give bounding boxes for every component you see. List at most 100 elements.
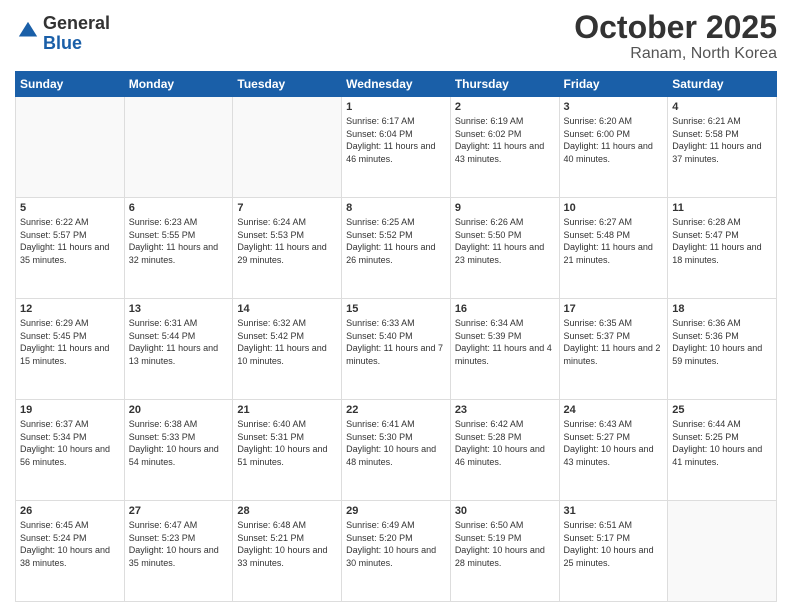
day-info: Sunrise: 6:51 AM Sunset: 5:17 PM Dayligh…: [564, 519, 664, 569]
day-cell-7: 7Sunrise: 6:24 AM Sunset: 5:53 PM Daylig…: [233, 198, 342, 299]
day-info: Sunrise: 6:38 AM Sunset: 5:33 PM Dayligh…: [129, 418, 229, 468]
day-info: Sunrise: 6:48 AM Sunset: 5:21 PM Dayligh…: [237, 519, 337, 569]
day-cell-empty: [16, 97, 125, 198]
day-cell-4: 4 Sunrise: 6:21 AM Sunset: 5:58 PM Daylig…: [668, 97, 777, 198]
day-number: 27: [129, 505, 229, 517]
day-number: 13: [129, 303, 229, 315]
day-info: Sunrise: 6:49 AM Sunset: 5:20 PM Dayligh…: [346, 519, 446, 569]
day-number: 25: [672, 404, 772, 416]
page: General Blue October 2025 Ranam, North K…: [0, 0, 792, 612]
day-cell-28: 28 Sunrise: 6:48 AM Sunset: 5:21 PM Dayli…: [233, 501, 342, 602]
day-number: 5: [20, 202, 120, 214]
day-info: Sunrise: 6:28 AM Sunset: 5:47 PM Dayligh…: [672, 216, 772, 266]
day-info: Sunrise: 6:37 AM Sunset: 5:34 PM Dayligh…: [20, 418, 120, 468]
day-cell-10: 10 Sunrise: 6:27 AM Sunset: 5:48 PM Dayli…: [559, 198, 668, 299]
day-number: 24: [564, 404, 664, 416]
day-cell-5: 5Sunrise: 6:22 AM Sunset: 5:57 PM Daylig…: [16, 198, 125, 299]
day-number: 18: [672, 303, 772, 315]
logo: General Blue: [15, 14, 110, 54]
day-number: 12: [20, 303, 120, 315]
weekday-header-sunday: Sunday: [16, 72, 125, 97]
day-info: Sunrise: 6:35 AM Sunset: 5:37 PM Dayligh…: [564, 317, 664, 367]
logo-general-text: General: [43, 13, 110, 33]
logo-blue-text: Blue: [43, 33, 82, 53]
day-cell-23: 23 Sunrise: 6:42 AM Sunset: 5:28 PM Dayli…: [450, 400, 559, 501]
day-number: 4: [672, 101, 772, 113]
day-cell-11: 11Sunrise: 6:28 AM Sunset: 5:47 PM Dayli…: [668, 198, 777, 299]
day-cell-27: 27 Sunrise: 6:47 AM Sunset: 5:23 PM Dayli…: [124, 501, 233, 602]
day-cell-1: 1 Sunrise: 6:17 AM Sunset: 6:04 PM Daylig…: [342, 97, 451, 198]
day-number: 10: [564, 202, 664, 214]
day-cell-9: 9Sunrise: 6:26 AM Sunset: 5:50 PM Daylig…: [450, 198, 559, 299]
day-info: Sunrise: 6:25 AM Sunset: 5:52 PM Dayligh…: [346, 216, 446, 266]
day-info: Sunrise: 6:44 AM Sunset: 5:25 PM Dayligh…: [672, 418, 772, 468]
day-cell-13: 13 Sunrise: 6:31 AM Sunset: 5:44 PM Dayli…: [124, 299, 233, 400]
day-info: Sunrise: 6:23 AM Sunset: 5:55 PM Dayligh…: [129, 216, 229, 266]
day-number: 20: [129, 404, 229, 416]
day-info: Sunrise: 6:40 AM Sunset: 5:31 PM Dayligh…: [237, 418, 337, 468]
calendar-table: SundayMondayTuesdayWednesdayThursdayFrid…: [15, 71, 777, 602]
day-cell-22: 22 Sunrise: 6:41 AM Sunset: 5:30 PM Dayli…: [342, 400, 451, 501]
week-row-2: 5Sunrise: 6:22 AM Sunset: 5:57 PM Daylig…: [16, 198, 777, 299]
week-row-5: 26 Sunrise: 6:45 AM Sunset: 5:24 PM Dayli…: [16, 501, 777, 602]
day-info: Sunrise: 6:26 AM Sunset: 5:50 PM Dayligh…: [455, 216, 555, 266]
week-row-4: 19Sunrise: 6:37 AM Sunset: 5:34 PM Dayli…: [16, 400, 777, 501]
location: Ranam, North Korea: [574, 45, 777, 63]
day-info: Sunrise: 6:42 AM Sunset: 5:28 PM Dayligh…: [455, 418, 555, 468]
day-number: 26: [20, 505, 120, 517]
day-info: Sunrise: 6:43 AM Sunset: 5:27 PM Dayligh…: [564, 418, 664, 468]
day-info: Sunrise: 6:24 AM Sunset: 5:53 PM Dayligh…: [237, 216, 337, 266]
day-cell-31: 31 Sunrise: 6:51 AM Sunset: 5:17 PM Dayli…: [559, 501, 668, 602]
day-number: 15: [346, 303, 446, 315]
weekday-header-saturday: Saturday: [668, 72, 777, 97]
day-info: Sunrise: 6:45 AM Sunset: 5:24 PM Dayligh…: [20, 519, 120, 569]
day-cell-21: 21 Sunrise: 6:40 AM Sunset: 5:31 PM Dayli…: [233, 400, 342, 501]
day-number: 6: [129, 202, 229, 214]
weekday-header-friday: Friday: [559, 72, 668, 97]
day-cell-6: 6 Sunrise: 6:23 AM Sunset: 5:55 PM Daylig…: [124, 198, 233, 299]
weekday-header-row: SundayMondayTuesdayWednesdayThursdayFrid…: [16, 72, 777, 97]
day-number: 28: [237, 505, 337, 517]
day-info: Sunrise: 6:32 AM Sunset: 5:42 PM Dayligh…: [237, 317, 337, 367]
logo-text: General Blue: [43, 14, 110, 54]
day-info: Sunrise: 6:27 AM Sunset: 5:48 PM Dayligh…: [564, 216, 664, 266]
day-info: Sunrise: 6:36 AM Sunset: 5:36 PM Dayligh…: [672, 317, 772, 367]
day-cell-30: 30 Sunrise: 6:50 AM Sunset: 5:19 PM Dayli…: [450, 501, 559, 602]
day-info: Sunrise: 6:41 AM Sunset: 5:30 PM Dayligh…: [346, 418, 446, 468]
day-info: Sunrise: 6:19 AM Sunset: 6:02 PM Dayligh…: [455, 115, 555, 165]
day-cell-empty: [233, 97, 342, 198]
day-cell-17: 17Sunrise: 6:35 AM Sunset: 5:37 PM Dayli…: [559, 299, 668, 400]
logo-icon: [17, 20, 39, 42]
day-info: Sunrise: 6:47 AM Sunset: 5:23 PM Dayligh…: [129, 519, 229, 569]
day-number: 2: [455, 101, 555, 113]
day-number: 30: [455, 505, 555, 517]
day-number: 14: [237, 303, 337, 315]
week-row-1: 1 Sunrise: 6:17 AM Sunset: 6:04 PM Daylig…: [16, 97, 777, 198]
day-cell-20: 20 Sunrise: 6:38 AM Sunset: 5:33 PM Dayli…: [124, 400, 233, 501]
day-number: 16: [455, 303, 555, 315]
day-info: Sunrise: 6:21 AM Sunset: 5:58 PM Dayligh…: [672, 115, 772, 165]
day-info: Sunrise: 6:31 AM Sunset: 5:44 PM Dayligh…: [129, 317, 229, 367]
weekday-header-monday: Monday: [124, 72, 233, 97]
day-cell-29: 29Sunrise: 6:49 AM Sunset: 5:20 PM Dayli…: [342, 501, 451, 602]
title-block: October 2025 Ranam, North Korea: [574, 10, 777, 63]
day-cell-19: 19Sunrise: 6:37 AM Sunset: 5:34 PM Dayli…: [16, 400, 125, 501]
day-cell-empty: [124, 97, 233, 198]
day-cell-8: 8Sunrise: 6:25 AM Sunset: 5:52 PM Daylig…: [342, 198, 451, 299]
day-number: 1: [346, 101, 446, 113]
day-info: Sunrise: 6:50 AM Sunset: 5:19 PM Dayligh…: [455, 519, 555, 569]
day-number: 31: [564, 505, 664, 517]
day-cell-24: 24 Sunrise: 6:43 AM Sunset: 5:27 PM Dayli…: [559, 400, 668, 501]
day-cell-26: 26 Sunrise: 6:45 AM Sunset: 5:24 PM Dayli…: [16, 501, 125, 602]
day-number: 23: [455, 404, 555, 416]
day-cell-12: 12Sunrise: 6:29 AM Sunset: 5:45 PM Dayli…: [16, 299, 125, 400]
day-cell-3: 3Sunrise: 6:20 AM Sunset: 6:00 PM Daylig…: [559, 97, 668, 198]
day-cell-14: 14 Sunrise: 6:32 AM Sunset: 5:42 PM Dayli…: [233, 299, 342, 400]
day-cell-16: 16 Sunrise: 6:34 AM Sunset: 5:39 PM Dayli…: [450, 299, 559, 400]
day-info: Sunrise: 6:34 AM Sunset: 5:39 PM Dayligh…: [455, 317, 555, 367]
day-number: 22: [346, 404, 446, 416]
day-info: Sunrise: 6:17 AM Sunset: 6:04 PM Dayligh…: [346, 115, 446, 165]
day-number: 3: [564, 101, 664, 113]
weekday-header-thursday: Thursday: [450, 72, 559, 97]
day-number: 21: [237, 404, 337, 416]
